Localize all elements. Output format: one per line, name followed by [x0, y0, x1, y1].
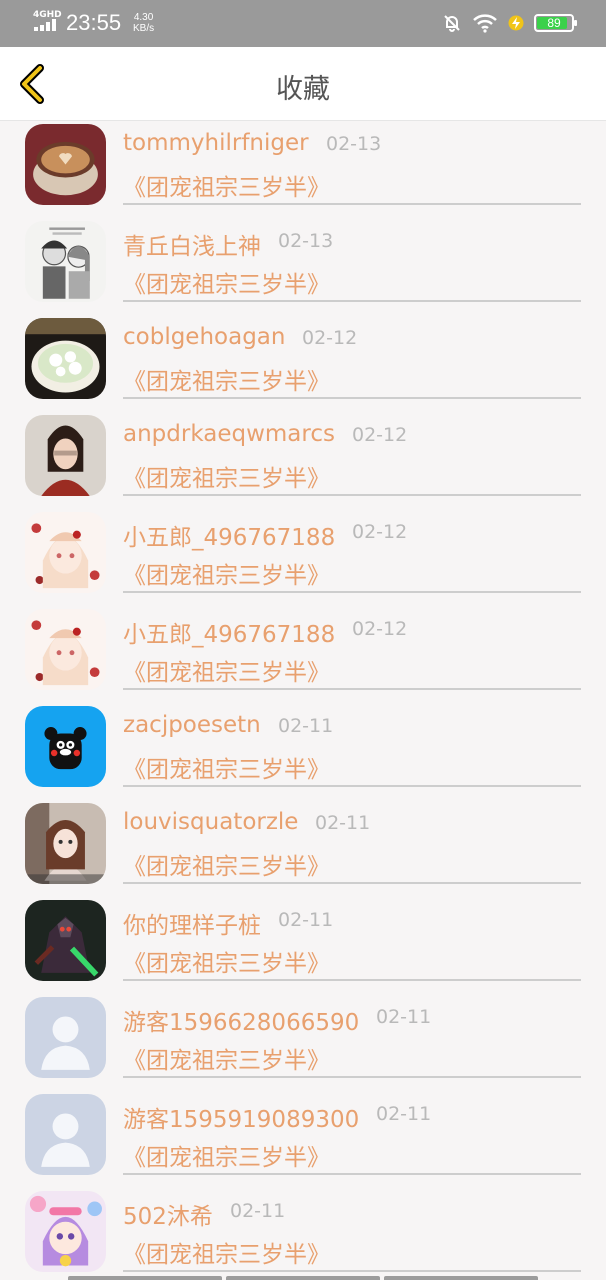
status-bar: 4GHD 23:55 4.30 KB/s 89	[0, 0, 606, 47]
charging-icon	[508, 15, 524, 31]
favorites-list: tommyhilrfniger 02-13 《团宠祖宗三岁半》 青丘白浅上神 02-13…	[0, 121, 606, 1280]
divider	[123, 688, 581, 690]
divider	[123, 494, 581, 496]
user-name[interactable]: 小五郎_496767188	[123, 615, 335, 649]
user-name[interactable]: 小五郎_496767188	[123, 518, 335, 552]
user-name[interactable]: 502沐希	[123, 1197, 213, 1231]
favorite-date: 02-11	[315, 812, 371, 834]
divider	[123, 1270, 581, 1272]
book-title[interactable]: 《团宠祖宗三岁半》	[123, 1235, 330, 1269]
favorite-date: 02-13	[278, 230, 334, 252]
favorite-date: 02-12	[352, 618, 408, 640]
divider	[123, 397, 581, 399]
gesture-tab[interactable]	[384, 1276, 538, 1280]
favorite-date: 02-12	[302, 327, 358, 349]
favorite-date: 02-13	[326, 133, 382, 155]
list-item[interactable]: 游客1595919089300 02-11 《团宠祖宗三岁半》	[0, 1091, 606, 1188]
list-item[interactable]: 小五郎_496767188 02-12 《团宠祖宗三岁半》	[0, 606, 606, 703]
bottom-gesture-bar	[68, 1276, 538, 1280]
avatar[interactable]	[25, 1191, 106, 1272]
clock: 23:55	[66, 10, 122, 35]
divider	[123, 591, 581, 593]
book-title[interactable]: 《团宠祖宗三岁半》	[123, 265, 330, 299]
divider	[123, 882, 581, 884]
avatar[interactable]	[25, 512, 106, 593]
book-title[interactable]: 《团宠祖宗三岁半》	[123, 750, 330, 784]
avatar[interactable]	[25, 997, 106, 1078]
page-header: 收藏	[0, 47, 606, 121]
avatar[interactable]	[25, 124, 106, 205]
avatar[interactable]	[25, 803, 106, 884]
list-item[interactable]: 小五郎_496767188 02-12 《团宠祖宗三岁半》	[0, 509, 606, 606]
user-name[interactable]: 游客1596628066590	[123, 1003, 359, 1037]
mute-bell-icon	[444, 15, 460, 32]
page-title: 收藏	[276, 74, 330, 105]
book-title[interactable]: 《团宠祖宗三岁半》	[123, 556, 330, 590]
list-item[interactable]: 你的理样子桩 02-11 《团宠祖宗三岁半》	[0, 897, 606, 994]
favorite-date: 02-11	[278, 909, 334, 931]
list-item[interactable]: anpdrkaeqwmarcs 02-12 《团宠祖宗三岁半》	[0, 412, 606, 509]
list-item[interactable]: tommyhilrfniger 02-13 《团宠祖宗三岁半》	[0, 121, 606, 218]
divider	[123, 979, 581, 981]
signal-icon	[34, 19, 58, 31]
user-name[interactable]: coblgehoagan	[123, 324, 285, 350]
user-name[interactable]: anpdrkaeqwmarcs	[123, 421, 335, 447]
favorite-date: 02-11	[278, 715, 334, 737]
book-title[interactable]: 《团宠祖宗三岁半》	[123, 653, 330, 687]
favorite-date: 02-12	[352, 424, 408, 446]
wifi-icon	[473, 14, 497, 33]
book-title[interactable]: 《团宠祖宗三岁半》	[123, 168, 330, 202]
network-speed: 4.30 KB/s	[133, 12, 154, 34]
speed-unit: KB/s	[133, 23, 155, 34]
divider	[123, 1076, 581, 1078]
list-item[interactable]: coblgehoagan 02-12 《团宠祖宗三岁半》	[0, 315, 606, 412]
avatar[interactable]	[25, 221, 106, 302]
divider	[123, 785, 581, 787]
favorite-date: 02-11	[230, 1200, 286, 1222]
avatar[interactable]	[25, 900, 106, 981]
user-name[interactable]: 青丘白浅上神	[123, 227, 261, 261]
divider	[123, 1173, 581, 1175]
favorite-date: 02-11	[376, 1006, 432, 1028]
user-name[interactable]: tommyhilrfniger	[123, 130, 309, 156]
user-name[interactable]: 游客1595919089300	[123, 1100, 359, 1134]
favorite-date: 02-11	[376, 1103, 432, 1125]
avatar[interactable]	[25, 415, 106, 496]
book-title[interactable]: 《团宠祖宗三岁半》	[123, 1041, 330, 1075]
battery-icon: 89	[534, 14, 577, 32]
user-name[interactable]: zacjpoesetn	[123, 712, 261, 738]
gesture-tab[interactable]	[226, 1276, 380, 1280]
list-item[interactable]: 游客1596628066590 02-11 《团宠祖宗三岁半》	[0, 994, 606, 1091]
book-title[interactable]: 《团宠祖宗三岁半》	[123, 1138, 330, 1172]
favorite-date: 02-12	[352, 521, 408, 543]
book-title[interactable]: 《团宠祖宗三岁半》	[123, 362, 330, 396]
book-title[interactable]: 《团宠祖宗三岁半》	[123, 459, 330, 493]
avatar[interactable]	[25, 609, 106, 690]
divider	[123, 300, 581, 302]
list-item[interactable]: 青丘白浅上神 02-13 《团宠祖宗三岁半》	[0, 218, 606, 315]
list-item[interactable]: louvisquatorzle 02-11 《团宠祖宗三岁半》	[0, 800, 606, 897]
user-name[interactable]: louvisquatorzle	[123, 809, 298, 835]
speed-value: 4.30	[133, 12, 154, 23]
list-item[interactable]: zacjpoesetn 02-11 《团宠祖宗三岁半》	[0, 703, 606, 800]
book-title[interactable]: 《团宠祖宗三岁半》	[123, 944, 330, 978]
avatar[interactable]	[25, 318, 106, 399]
user-name[interactable]: 你的理样子桩	[123, 906, 261, 940]
list-item[interactable]: 502沐希 02-11 《团宠祖宗三岁半》	[0, 1188, 606, 1280]
book-title[interactable]: 《团宠祖宗三岁半》	[123, 847, 330, 881]
divider	[123, 203, 581, 205]
gesture-tab[interactable]	[68, 1276, 222, 1280]
avatar[interactable]	[25, 706, 106, 787]
avatar[interactable]	[25, 1094, 106, 1175]
battery-level: 89	[547, 16, 561, 30]
